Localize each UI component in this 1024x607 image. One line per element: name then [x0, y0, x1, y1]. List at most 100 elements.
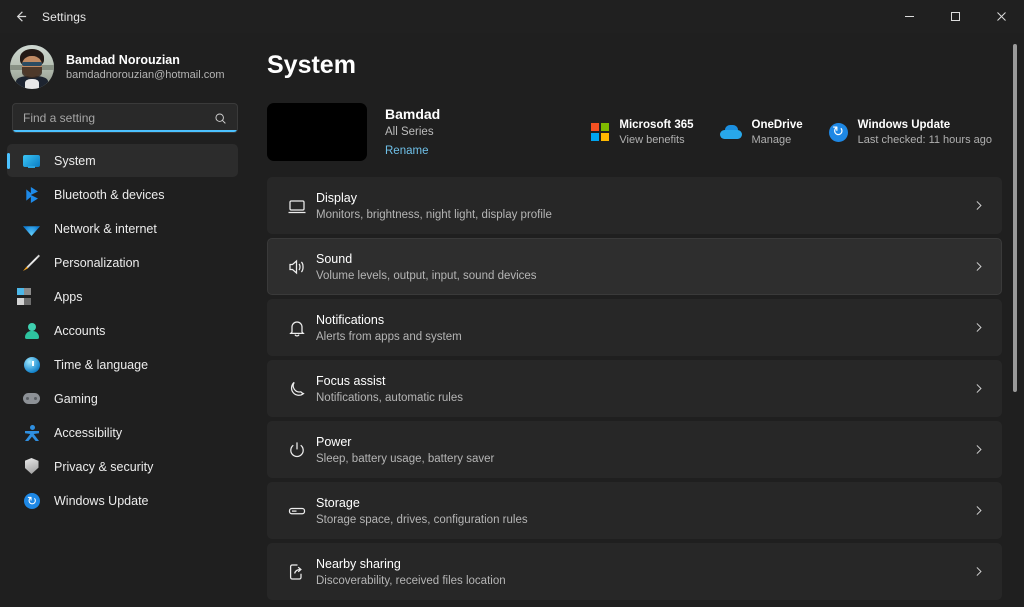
row-subtitle: Monitors, brightness, night light, displ…	[316, 208, 552, 221]
sidebar-item-windows-update[interactable]: Windows Update	[7, 484, 238, 517]
clock-icon	[23, 356, 40, 373]
onedrive-cloud-icon	[719, 125, 742, 139]
maximize-button[interactable]	[932, 0, 978, 33]
nearby-share-icon	[278, 562, 316, 582]
sidebar-item-label: Accounts	[54, 323, 106, 338]
account-header[interactable]: Bamdad Norouzian bamdadnorouzian@hotmail…	[0, 37, 250, 99]
moon-icon	[278, 379, 316, 399]
window-controls	[886, 0, 1024, 33]
sidebar-item-label: Time & language	[54, 357, 149, 372]
settings-row-storage[interactable]: Storage Storage space, drives, configura…	[267, 482, 1002, 539]
sidebar-item-label: Gaming	[54, 391, 98, 406]
app-shell: Bamdad Norouzian bamdadnorouzian@hotmail…	[0, 33, 1024, 607]
close-button[interactable]	[978, 0, 1024, 33]
sidebar-item-system[interactable]: System	[7, 144, 238, 177]
account-email: bamdadnorouzian@hotmail.com	[66, 68, 225, 81]
back-arrow-icon	[16, 11, 26, 22]
app-title: Settings	[42, 9, 87, 24]
search-box[interactable]	[12, 103, 238, 133]
quick-link-title: Windows Update	[857, 118, 951, 131]
title-bar: Settings	[0, 0, 1024, 33]
paintbrush-icon	[23, 254, 40, 271]
maximize-icon	[950, 12, 960, 21]
sidebar-item-label: Windows Update	[54, 493, 149, 508]
sidebar-item-apps[interactable]: Apps	[7, 280, 238, 313]
chevron-right-icon	[972, 199, 985, 212]
row-subtitle: Sleep, battery usage, battery saver	[316, 452, 495, 465]
quick-link-onedrive[interactable]: OneDrive Manage	[710, 111, 813, 154]
close-icon	[996, 12, 1006, 21]
bluetooth-icon	[23, 186, 40, 203]
sidebar-item-gaming[interactable]: Gaming	[7, 382, 238, 415]
sidebar-item-accessibility[interactable]: Accessibility	[7, 416, 238, 449]
sidebar-item-accounts[interactable]: Accounts	[7, 314, 238, 347]
sidebar-item-label: Privacy & security	[54, 459, 154, 474]
settings-row-display[interactable]: Display Monitors, brightness, night ligh…	[267, 177, 1002, 234]
quick-link-windows-update[interactable]: ↻ Windows Update Last checked: 11 hours …	[819, 111, 1002, 154]
speaker-icon	[278, 257, 316, 277]
chevron-right-icon	[972, 565, 985, 578]
row-subtitle: Discoverability, received files location	[316, 574, 506, 587]
vertical-scrollbar[interactable]	[1012, 41, 1018, 599]
moon-glyph	[290, 381, 305, 396]
drive-glyph	[288, 507, 306, 514]
chevron-right-icon	[972, 382, 985, 395]
power-glyph	[290, 441, 304, 457]
sidebar-item-time-language[interactable]: Time & language	[7, 348, 238, 381]
device-name: Bamdad	[385, 105, 441, 122]
sidebar-item-network-internet[interactable]: Network & internet	[7, 212, 238, 245]
settings-row-power[interactable]: Power Sleep, battery usage, battery save…	[267, 421, 1002, 478]
row-subtitle: Storage space, drives, configuration rul…	[316, 513, 528, 526]
sidebar-item-label: Bluetooth & devices	[54, 187, 165, 202]
chevron-right-icon	[972, 504, 985, 517]
monitor-icon	[23, 152, 40, 169]
sidebar-nav: System Bluetooth & devices Network & int…	[0, 143, 250, 518]
apps-grid-icon	[17, 288, 40, 305]
sidebar-item-label: Personalization	[54, 255, 140, 270]
minimize-button[interactable]	[886, 0, 932, 33]
search-input[interactable]	[13, 111, 214, 125]
row-title: Sound	[316, 251, 353, 266]
quick-link-title: OneDrive	[751, 118, 803, 131]
search-container	[0, 99, 250, 133]
quick-links: Microsoft 365 View benefits OneDrive Man…	[581, 111, 1002, 154]
device-model: All Series	[385, 125, 434, 138]
scrollbar-thumb[interactable]	[1013, 44, 1017, 392]
accessibility-icon	[23, 424, 40, 441]
minimize-icon	[904, 16, 914, 17]
speaker-glyph	[289, 259, 304, 274]
row-title: Focus assist	[316, 373, 386, 388]
back-button[interactable]	[4, 1, 36, 33]
row-subtitle: Volume levels, output, input, sound devi…	[316, 269, 537, 282]
chevron-right-icon	[972, 260, 985, 273]
search-glyph	[215, 112, 226, 124]
search-icon[interactable]	[214, 112, 237, 125]
shield-icon	[23, 458, 40, 475]
device-summary: Bamdad All Series Rename Microsoft 365 V…	[267, 92, 1002, 172]
sidebar-item-label: Accessibility	[54, 425, 123, 440]
bell-icon	[278, 318, 316, 338]
sidebar-item-bluetooth-devices[interactable]: Bluetooth & devices	[7, 178, 238, 211]
row-title: Power	[316, 434, 352, 449]
gamepad-icon	[23, 390, 40, 407]
row-title: Storage	[316, 495, 360, 510]
quick-link-subtitle: Manage	[751, 133, 792, 146]
quick-link-microsoft-365[interactable]: Microsoft 365 View benefits	[581, 111, 703, 154]
settings-list: Display Monitors, brightness, night ligh…	[267, 177, 1002, 600]
rename-link[interactable]: Rename	[385, 143, 428, 160]
sidebar-item-privacy-security[interactable]: Privacy & security	[7, 450, 238, 483]
quick-link-subtitle: View benefits	[619, 133, 685, 146]
person-icon	[23, 322, 40, 339]
bell-glyph	[289, 320, 305, 336]
settings-row-notifications[interactable]: Notifications Alerts from apps and syste…	[267, 299, 1002, 356]
nearby-share-glyph	[289, 563, 302, 580]
row-subtitle: Alerts from apps and system	[316, 330, 462, 343]
settings-row-sound[interactable]: Sound Volume levels, output, input, soun…	[267, 238, 1002, 295]
update-refresh-icon: ↻	[828, 122, 848, 142]
sidebar-item-label: Network & internet	[54, 221, 157, 236]
monitor-glyph	[288, 199, 306, 213]
settings-row-nearby-sharing[interactable]: Nearby sharing Discoverability, received…	[267, 543, 1002, 600]
sidebar-item-label: System	[54, 153, 96, 168]
settings-row-focus-assist[interactable]: Focus assist Notifications, automatic ru…	[267, 360, 1002, 417]
sidebar-item-personalization[interactable]: Personalization	[7, 246, 238, 279]
